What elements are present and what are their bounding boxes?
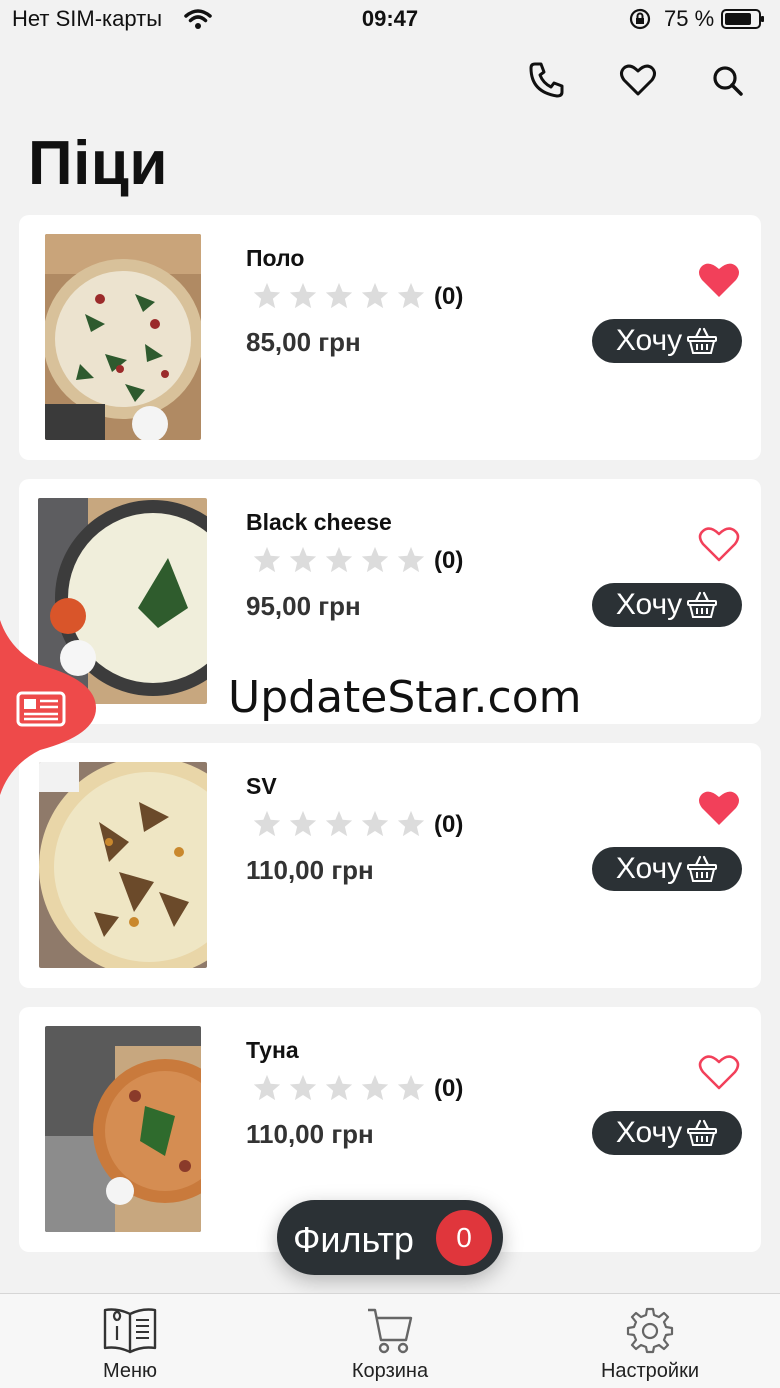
add-to-cart-label: Хочу (615, 324, 683, 357)
tab-settings[interactable]: Настройки (550, 1294, 750, 1388)
product-name[interactable]: Поло (246, 245, 304, 272)
rating-stars[interactable] (252, 545, 426, 575)
tab-menu[interactable]: Меню (30, 1294, 230, 1388)
star-icon[interactable] (360, 281, 390, 311)
star-icon[interactable] (252, 281, 282, 311)
star-icon[interactable] (252, 545, 282, 575)
star-icon[interactable] (324, 809, 354, 839)
basket-icon (687, 855, 718, 882)
rotation-lock-icon (629, 8, 651, 30)
star-icon[interactable] (396, 281, 426, 311)
tab-cart-label: Корзина (351, 1360, 429, 1382)
tab-cart[interactable]: Корзина (290, 1294, 490, 1388)
rating-count: (0) (434, 283, 464, 310)
rating-stars[interactable] (252, 281, 426, 311)
product-card[interactable]: Поло (0) 85,00 грн Хочу (19, 215, 761, 460)
clock: 09:47 (361, 6, 419, 31)
star-icon[interactable] (288, 809, 318, 839)
bottom-tab-bar: Меню Корзина Настройки (0, 1293, 780, 1388)
tab-menu-label: Меню (102, 1360, 158, 1382)
star-icon[interactable] (324, 545, 354, 575)
star-icon[interactable] (396, 545, 426, 575)
star-icon[interactable] (396, 1073, 426, 1103)
star-icon[interactable] (252, 1073, 282, 1103)
basket-icon (687, 591, 718, 618)
cart-icon (368, 1308, 413, 1354)
product-name[interactable]: Туна (246, 1037, 299, 1064)
add-to-cart-label: Хочу (615, 588, 683, 621)
star-icon[interactable] (360, 809, 390, 839)
basket-icon (687, 1119, 718, 1146)
tab-settings-label: Настройки (600, 1360, 700, 1382)
watermark-text: UpdateStar.com (228, 672, 582, 723)
star-icon[interactable] (288, 545, 318, 575)
status-bar: Нет SIM-карты 09:47 75 % (0, 0, 780, 40)
add-to-cart-button[interactable]: Хочу (592, 1111, 742, 1155)
battery-percent: 75 % (664, 6, 715, 31)
add-to-cart-button[interactable]: Хочу (592, 847, 742, 891)
favorite-heart-filled-icon[interactable] (697, 260, 741, 300)
rating-count: (0) (434, 811, 464, 838)
filter-count-badge: 0 (436, 1210, 492, 1266)
product-price: 110,00 грн (246, 1119, 374, 1149)
battery-icon (721, 9, 764, 29)
star-icon[interactable] (324, 1073, 354, 1103)
star-icon[interactable] (324, 281, 354, 311)
filter-label: Фильтр (293, 1219, 414, 1260)
star-icon[interactable] (360, 545, 390, 575)
product-price: 85,00 грн (246, 327, 361, 357)
rating-count: (0) (434, 1075, 464, 1102)
add-to-cart-label: Хочу (615, 1116, 683, 1149)
filter-button[interactable]: Фильтр 0 (277, 1200, 503, 1275)
product-price: 110,00 грн (246, 855, 374, 885)
rating-count: (0) (434, 547, 464, 574)
rating-stars[interactable] (252, 809, 426, 839)
product-price: 95,00 грн (246, 591, 361, 621)
star-icon[interactable] (252, 809, 282, 839)
star-icon[interactable] (288, 1073, 318, 1103)
add-to-cart-label: Хочу (615, 852, 683, 885)
side-menu-tab[interactable] (0, 620, 96, 795)
favorite-heart-filled-icon[interactable] (697, 788, 741, 828)
star-icon[interactable] (360, 1073, 390, 1103)
basket-icon (687, 327, 718, 354)
page-title: Піци (28, 129, 169, 198)
star-icon[interactable] (396, 809, 426, 839)
menu-book-icon (103, 1308, 157, 1354)
gear-icon (626, 1307, 674, 1354)
add-to-cart-button[interactable]: Хочу (592, 583, 742, 627)
phone-icon[interactable] (527, 60, 565, 100)
favorites-heart-icon[interactable] (618, 60, 658, 100)
favorite-heart-outline-icon[interactable] (697, 1052, 741, 1092)
favorite-heart-outline-icon[interactable] (697, 524, 741, 564)
add-to-cart-button[interactable]: Хочу (592, 319, 742, 363)
product-card[interactable]: SV (0) 110,00 грн Хочу (19, 743, 761, 988)
product-image[interactable] (45, 234, 201, 440)
star-icon[interactable] (288, 281, 318, 311)
product-image[interactable] (45, 1026, 201, 1232)
product-name[interactable]: SV (246, 773, 277, 800)
product-name[interactable]: Black cheese (246, 509, 392, 536)
search-icon[interactable] (710, 60, 746, 100)
rating-stars[interactable] (252, 1073, 426, 1103)
